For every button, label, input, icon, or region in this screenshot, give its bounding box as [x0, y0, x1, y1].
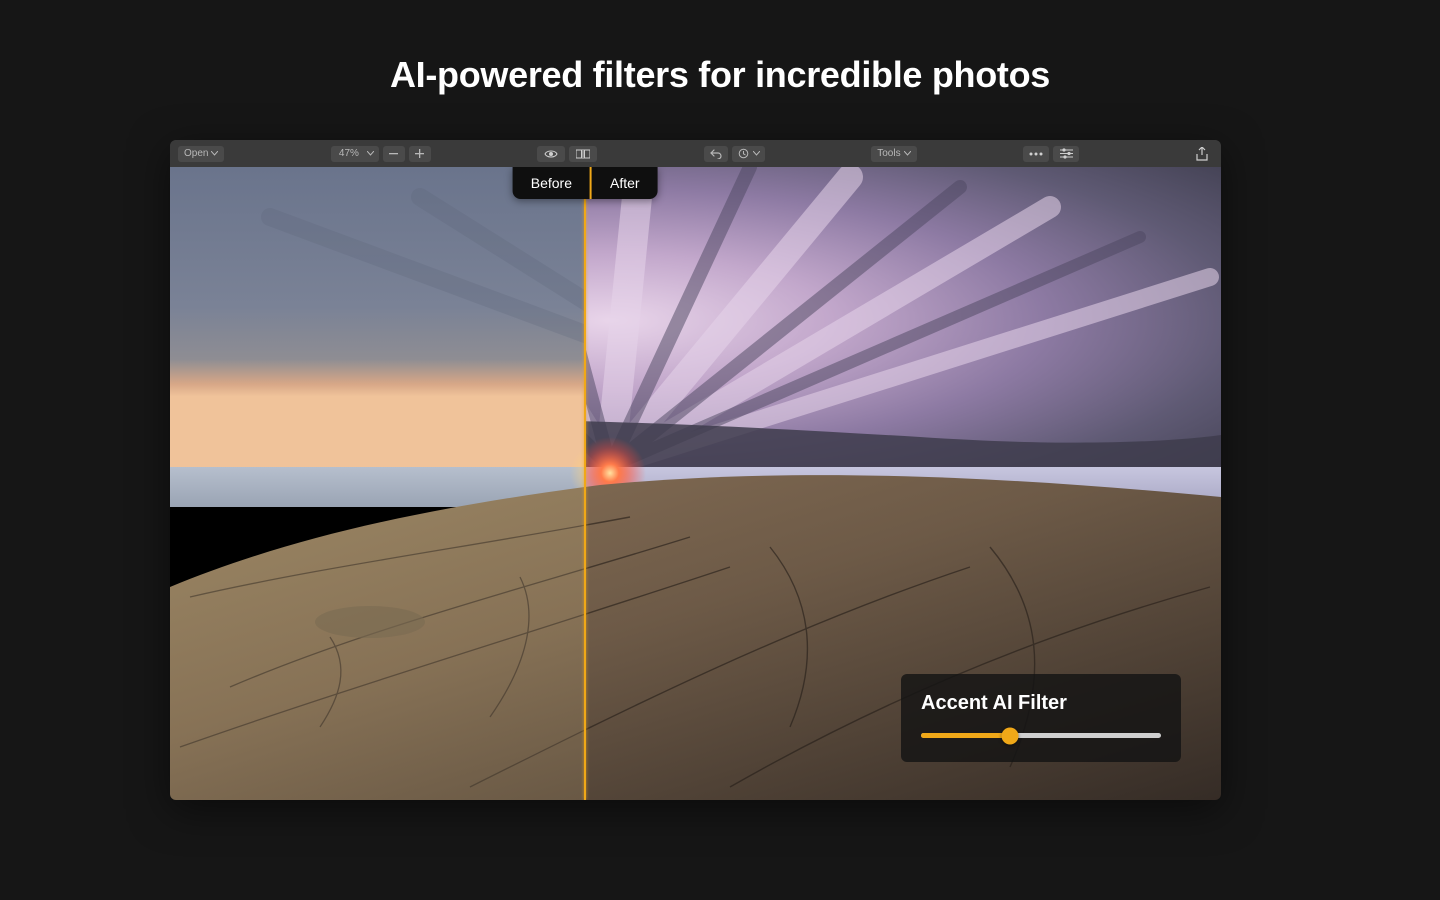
chevron-down-icon [904, 151, 911, 156]
app-window: Open 47% [170, 140, 1221, 800]
history-icon [738, 148, 749, 159]
compare-divider[interactable] [584, 167, 586, 800]
open-button[interactable]: Open [178, 146, 224, 162]
zoom-in-button[interactable] [409, 146, 431, 162]
tools-button-label: Tools [877, 148, 900, 159]
accent-ai-slider[interactable] [921, 733, 1161, 738]
filter-panel: Accent AI Filter [901, 674, 1181, 762]
undo-icon [710, 149, 722, 159]
zoom-value-label: 47% [339, 148, 359, 159]
zoom-out-button[interactable] [383, 146, 405, 162]
zoom-cluster: 47% [331, 146, 431, 162]
page-title: AI-powered filters for incredible photos [0, 0, 1440, 96]
adjustments-button[interactable] [1053, 146, 1079, 162]
right-cluster [1023, 146, 1079, 162]
share-button[interactable] [1191, 146, 1213, 162]
undo-button[interactable] [704, 146, 728, 162]
preview-toggle-button[interactable] [537, 146, 565, 162]
before-after-badge: Before After [513, 167, 658, 199]
sliders-icon [1060, 148, 1073, 159]
chevron-down-icon [753, 151, 760, 156]
toolbar: Open 47% [170, 140, 1221, 167]
eye-icon [544, 149, 558, 159]
zoom-value[interactable]: 47% [331, 146, 379, 162]
compare-toggle-button[interactable] [569, 146, 597, 162]
minus-icon [389, 149, 398, 158]
canvas: Before After Accent AI Filter [170, 167, 1221, 800]
slider-thumb[interactable] [1001, 727, 1018, 744]
before-label: Before [513, 167, 590, 199]
view-cluster [537, 146, 597, 162]
slider-fill [921, 733, 1010, 738]
filter-title: Accent AI Filter [921, 692, 1161, 715]
chevron-down-icon [211, 151, 218, 156]
chevron-down-icon [367, 151, 374, 156]
presets-icon [1029, 150, 1043, 158]
presets-button[interactable] [1023, 146, 1049, 162]
after-label: After [592, 167, 658, 199]
history-cluster [704, 146, 765, 162]
plus-icon [415, 149, 424, 158]
share-icon [1196, 147, 1208, 161]
history-button[interactable] [732, 146, 765, 162]
tools-button[interactable]: Tools [871, 146, 916, 162]
compare-icon [576, 149, 590, 159]
open-button-label: Open [184, 148, 208, 159]
